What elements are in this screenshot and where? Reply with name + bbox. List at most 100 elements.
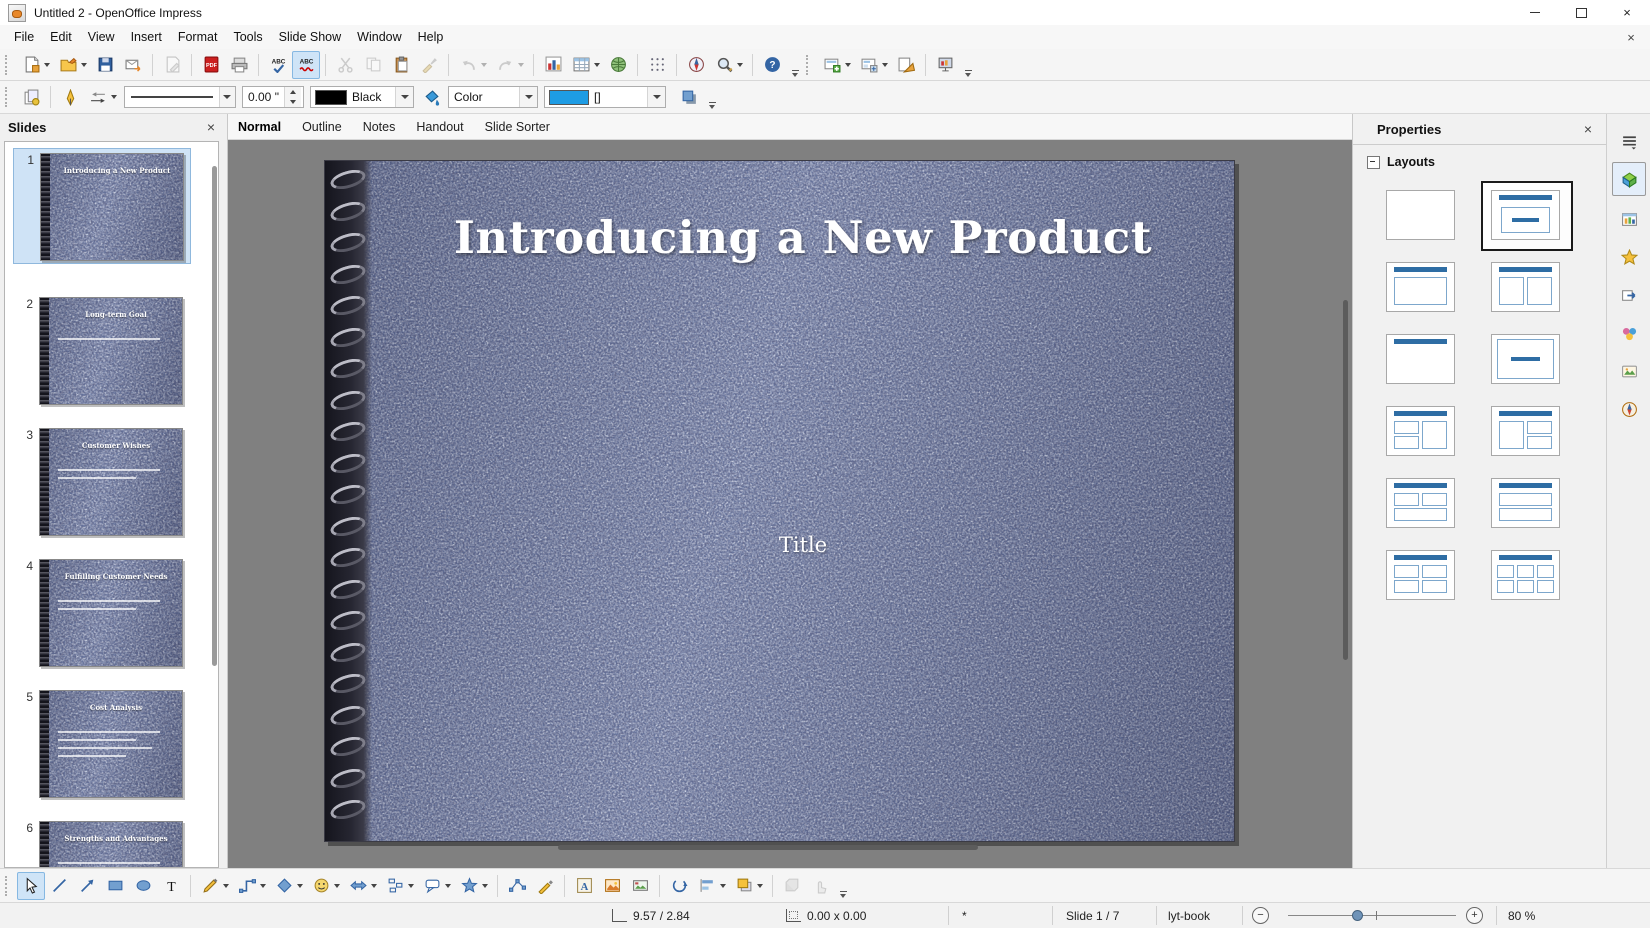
new-slide-button[interactable] xyxy=(818,51,855,79)
arrow-button[interactable] xyxy=(73,872,101,900)
toolbar-grip[interactable] xyxy=(806,55,813,75)
slide-thumbnail-image[interactable]: Cost Analysis xyxy=(39,690,183,798)
line-button[interactable] xyxy=(45,872,73,900)
sidebar-tab-navigator[interactable] xyxy=(1612,392,1646,426)
layout-option-content-2content[interactable] xyxy=(1491,406,1560,456)
layout-option-2content-over-content[interactable] xyxy=(1386,478,1455,528)
fill-color-select[interactable]: [] xyxy=(544,86,666,108)
print-button[interactable] xyxy=(225,51,253,79)
close-document-button[interactable]: × xyxy=(1620,27,1642,47)
autospellcheck-button[interactable]: ABC xyxy=(292,51,320,79)
slide-thumbnail-image[interactable]: Introducing a New Product xyxy=(40,153,184,261)
layout-option-6content[interactable] xyxy=(1491,550,1560,600)
rotate-button[interactable] xyxy=(665,872,693,900)
layout-option-blank[interactable] xyxy=(1386,190,1455,240)
slide-layout-button[interactable] xyxy=(855,51,892,79)
paste-button[interactable] xyxy=(387,51,415,79)
menu-format[interactable]: Format xyxy=(170,27,226,47)
toolbar-overflow-button[interactable] xyxy=(705,85,719,109)
fill-button[interactable] xyxy=(417,83,445,111)
help-button[interactable]: ? xyxy=(758,51,786,79)
layout-option-content-over-content[interactable] xyxy=(1491,478,1560,528)
slide-show-button[interactable] xyxy=(931,51,959,79)
zoom-slider-track[interactable] xyxy=(1288,915,1456,916)
rectangle-button[interactable] xyxy=(101,872,129,900)
close-button[interactable]: × xyxy=(1604,0,1650,25)
slides-panel-splitter[interactable] xyxy=(228,480,229,560)
layout-option-2content-content[interactable] xyxy=(1386,406,1455,456)
toolbar-grip[interactable] xyxy=(5,876,12,896)
line-width-stepper[interactable]: 0.00 " xyxy=(242,86,304,108)
navigator-button[interactable] xyxy=(682,51,710,79)
slide-design-button[interactable] xyxy=(892,51,920,79)
zoom-button[interactable] xyxy=(710,51,747,79)
block-arrows-button[interactable] xyxy=(344,872,381,900)
slide-thumbnail-image[interactable]: Fulfilling Customer Needs xyxy=(39,559,183,667)
layout-option-title-only[interactable] xyxy=(1386,334,1455,384)
zoom-slider-thumb[interactable] xyxy=(1352,910,1363,921)
menu-help[interactable]: Help xyxy=(410,27,452,47)
from-file-button[interactable] xyxy=(598,872,626,900)
curve-button[interactable] xyxy=(196,872,233,900)
line-style-select[interactable] xyxy=(124,86,236,108)
slide-title-text[interactable]: Introducing a New Product xyxy=(372,211,1234,264)
properties-close-button[interactable]: × xyxy=(1584,121,1592,137)
tab-normal[interactable]: Normal xyxy=(238,120,281,134)
slide-thumbnail-4[interactable]: 4Fulfilling Customer Needs xyxy=(13,555,191,671)
template-field[interactable]: lyt-book xyxy=(1168,903,1210,928)
slides-scrollbar-thumb[interactable] xyxy=(212,166,217,666)
styles-button[interactable] xyxy=(17,83,45,111)
slide-page[interactable]: Introducing a New Product Title xyxy=(324,160,1235,842)
basic-shapes-button[interactable] xyxy=(270,872,307,900)
layout-option-title-2content[interactable] xyxy=(1491,262,1560,312)
tab-slide-sorter[interactable]: Slide Sorter xyxy=(485,120,550,134)
slide-thumbnail-image[interactable]: Long-term Goal xyxy=(39,297,183,405)
sidebar-tab-styles[interactable] xyxy=(1612,316,1646,350)
slide-editing-canvas[interactable]: Introducing a New Product Title xyxy=(228,140,1352,868)
sidebar-tab-master-pages[interactable] xyxy=(1612,202,1646,236)
toolbar-grip[interactable] xyxy=(5,87,12,107)
menu-view[interactable]: View xyxy=(80,27,123,47)
title-placeholder-text[interactable]: Title xyxy=(372,533,1234,557)
toolbar-grip[interactable] xyxy=(5,55,12,75)
open-button[interactable] xyxy=(54,51,91,79)
fontwork-button[interactable]: A xyxy=(570,872,598,900)
shadow-button[interactable] xyxy=(675,83,703,111)
gallery-button[interactable] xyxy=(626,872,654,900)
layout-option-title-sub[interactable] xyxy=(1491,190,1560,240)
slide-thumbnail-3[interactable]: 3Customer Wishes xyxy=(13,424,191,540)
menu-file[interactable]: File xyxy=(6,27,42,47)
stars-button[interactable] xyxy=(455,872,492,900)
sidebar-tab-slide-transition[interactable] xyxy=(1612,278,1646,312)
new-button[interactable] xyxy=(17,51,54,79)
slide-thumbnail-1[interactable]: 1Introducing a New Product xyxy=(13,148,191,264)
export-pdf-button[interactable]: PDF xyxy=(197,51,225,79)
menu-edit[interactable]: Edit xyxy=(42,27,80,47)
arrow-style-button[interactable] xyxy=(84,83,121,111)
toolbar-overflow-button[interactable] xyxy=(836,874,850,898)
toolbar-overflow-button[interactable] xyxy=(961,53,975,77)
flowchart-button[interactable] xyxy=(381,872,418,900)
menu-tools[interactable]: Tools xyxy=(225,27,270,47)
menu-slideshow[interactable]: Slide Show xyxy=(271,27,350,47)
edit-points-button[interactable] xyxy=(503,872,531,900)
zoom-in-button[interactable]: + xyxy=(1466,903,1483,928)
sidebar-tab-sidebar-menu[interactable] xyxy=(1612,124,1646,158)
layout-option-4content[interactable] xyxy=(1386,550,1455,600)
minimize-button[interactable] xyxy=(1512,0,1558,25)
symbol-shapes-button[interactable] xyxy=(307,872,344,900)
slide-thumbnail-image[interactable]: Strengths and Advantages xyxy=(39,821,183,868)
tab-handout[interactable]: Handout xyxy=(416,120,463,134)
connector-button[interactable] xyxy=(233,872,270,900)
slide-thumbnail-6[interactable]: 6Strengths and Advantages xyxy=(13,817,191,868)
select-button[interactable] xyxy=(17,872,45,900)
line-color-select[interactable]: Black xyxy=(310,86,414,108)
menu-window[interactable]: Window xyxy=(349,27,409,47)
arrange-button[interactable] xyxy=(730,872,767,900)
slide-thumbnail-2[interactable]: 2Long-term Goal xyxy=(13,293,191,409)
glue-points-button[interactable] xyxy=(531,872,559,900)
display-grid-button[interactable] xyxy=(643,51,671,79)
canvas-vertical-scrollbar[interactable] xyxy=(1343,300,1348,660)
line-button[interactable] xyxy=(56,83,84,111)
save-button[interactable] xyxy=(91,51,119,79)
